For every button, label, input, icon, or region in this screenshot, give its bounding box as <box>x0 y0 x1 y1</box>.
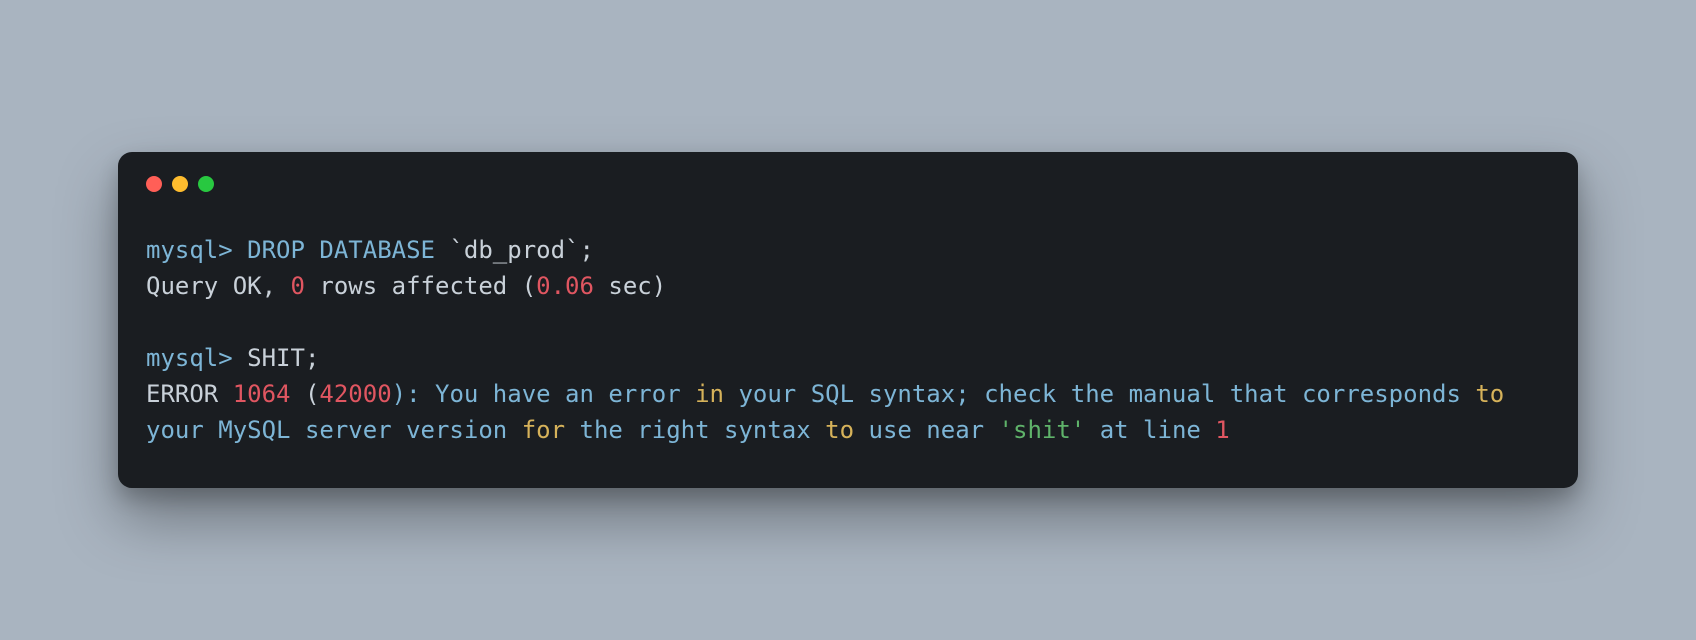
mysql-prompt: mysql> <box>146 236 247 264</box>
semicolon: ; <box>580 236 594 264</box>
error-line-number: 1 <box>1215 416 1229 444</box>
maximize-icon[interactable] <box>198 176 214 192</box>
terminal-content: mysql> DROP DATABASE `db_prod`; Query OK… <box>146 232 1550 448</box>
keyword-for: for <box>522 416 565 444</box>
sql-command: SHIT <box>247 344 305 372</box>
error-label: ERROR <box>146 380 233 408</box>
rows-affected-count: 0 <box>291 272 305 300</box>
query-time: 0.06 <box>536 272 594 300</box>
close-icon[interactable] <box>146 176 162 192</box>
sql-keyword-database: DATABASE <box>319 236 435 264</box>
database-name: db_prod <box>464 236 565 264</box>
minimize-icon[interactable] <box>172 176 188 192</box>
query-response: Query OK, <box>146 272 291 300</box>
backtick: ` <box>565 236 579 264</box>
terminal-window: mysql> DROP DATABASE `db_prod`; Query OK… <box>118 152 1578 488</box>
error-message: ): You have an error <box>392 380 695 408</box>
keyword-to: to <box>825 416 854 444</box>
error-code: 1064 <box>233 380 291 408</box>
keyword-in: in <box>695 380 724 408</box>
error-near-token: 'shit' <box>999 416 1086 444</box>
mysql-prompt: mysql> <box>146 344 247 372</box>
sql-keyword-drop: DROP <box>247 236 305 264</box>
backtick: ` <box>449 236 463 264</box>
keyword-to: to <box>1475 380 1504 408</box>
window-titlebar <box>146 176 1550 192</box>
semicolon: ; <box>305 344 319 372</box>
error-sqlstate: 42000 <box>319 380 391 408</box>
